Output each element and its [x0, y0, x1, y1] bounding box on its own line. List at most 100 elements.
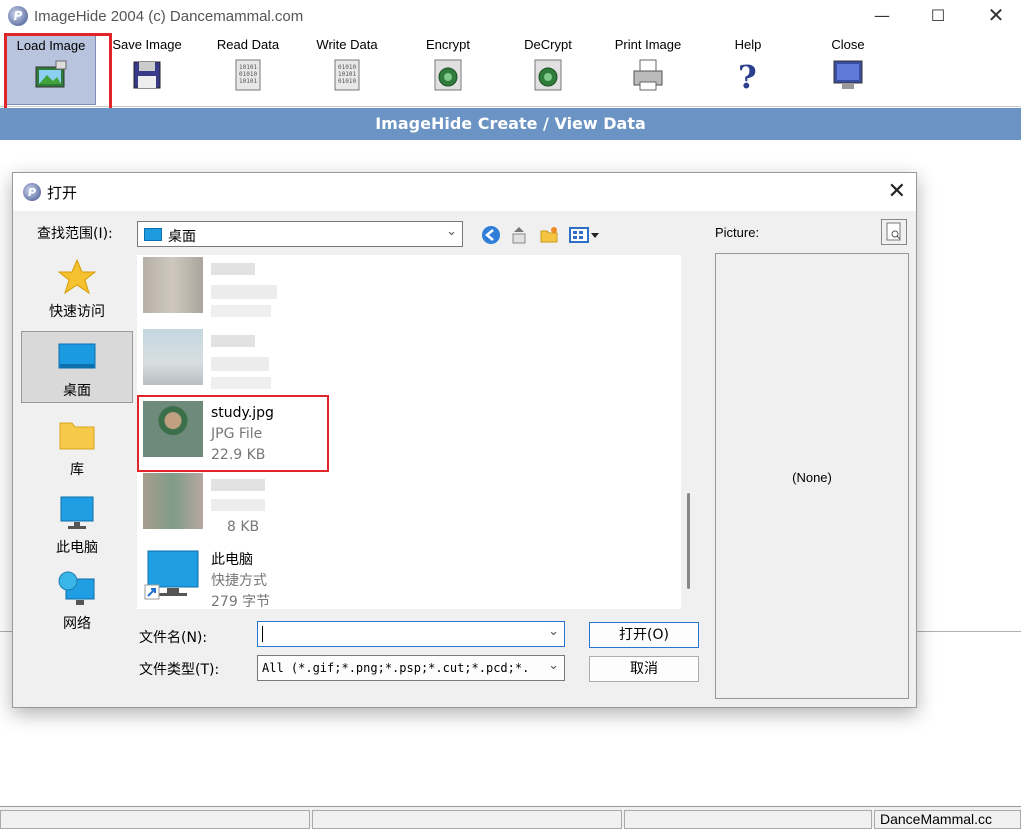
open-file-dialog: P 打开 ✕ 查找范围(I): 桌面 ⌄ 快速访问 桌面 库 此电脑 网络 st… — [12, 172, 917, 708]
banner-title: ImageHide Create / View Data — [0, 108, 1021, 140]
decrypt-button[interactable]: DeCrypt — [503, 35, 593, 105]
look-in-value: 桌面 — [168, 229, 196, 245]
svg-text:01010: 01010 — [338, 78, 356, 85]
file-size: 279 字节 — [211, 594, 271, 610]
help-icon: ? — [738, 58, 757, 96]
dialog-app-icon: P — [23, 183, 41, 201]
place-label: 网络 — [63, 616, 91, 632]
view-menu-icon[interactable] — [569, 225, 601, 245]
blurred-text — [211, 499, 265, 511]
help-button[interactable]: Help ? — [703, 35, 793, 105]
save-image-button[interactable]: Save Image — [102, 35, 192, 105]
computer-icon — [60, 496, 94, 529]
print-image-label: Print Image — [614, 37, 682, 52]
file-thumbnail — [143, 329, 203, 385]
blurred-text — [211, 479, 265, 491]
place-this-pc[interactable]: 此电脑 — [21, 489, 133, 561]
binary-document-icon: 01010 10101 01010 — [334, 59, 360, 91]
file-size: 8 KB — [227, 519, 260, 535]
place-label: 快速访问 — [49, 304, 105, 320]
look-in-label: 查找范围(I): — [37, 226, 113, 242]
close-window-button[interactable]: ✕ — [966, 0, 1021, 30]
place-label: 此电脑 — [56, 540, 98, 556]
floppy-disk-icon — [133, 61, 161, 89]
list-item[interactable] — [143, 257, 663, 327]
svg-text:?: ? — [738, 58, 757, 94]
preview-button[interactable] — [881, 219, 907, 245]
maximize-button[interactable]: ☐ — [908, 0, 968, 30]
filetype-value: All (*.gif;*.png;*.psp;*.cut;*.pcd;*. — [262, 661, 530, 675]
picture-preview: (None) — [715, 253, 909, 699]
encrypt-label: Encrypt — [425, 37, 471, 52]
cancel-button[interactable]: 取消 — [589, 656, 699, 682]
folder-icon — [59, 422, 95, 450]
file-type: 快捷方式 — [211, 573, 267, 589]
back-icon[interactable] — [481, 225, 501, 245]
look-in-combo[interactable]: 桌面 ⌄ — [137, 221, 463, 247]
decrypt-icon — [534, 59, 562, 91]
places-bar: 快速访问 桌面 库 此电脑 网络 — [21, 253, 133, 632]
blurred-text — [211, 377, 271, 389]
filetype-label: 文件类型(T): — [139, 662, 220, 678]
decrypt-label: DeCrypt — [524, 37, 572, 52]
save-image-label: Save Image — [112, 37, 182, 52]
title-bar: P ImageHide 2004 (c) Dancemammal.com — ☐… — [0, 0, 1021, 32]
filename-label: 文件名(N): — [139, 630, 208, 646]
encrypt-button[interactable]: Encrypt — [403, 35, 493, 105]
write-data-button[interactable]: Write Data 01010 10101 01010 — [302, 35, 392, 105]
highlight-load-image — [4, 33, 112, 112]
close-button[interactable]: Close — [803, 35, 893, 105]
window-title: ImageHide 2004 (c) Dancemammal.com — [34, 7, 304, 25]
picture-label: Picture: — [715, 225, 760, 240]
list-item-this-pc-shortcut[interactable]: 此电脑 快捷方式 279 字节 — [143, 545, 663, 615]
highlight-study-jpg — [137, 395, 329, 472]
close-label: Close — [831, 37, 865, 52]
desktop-icon — [144, 228, 162, 241]
chevron-down-icon: ⌄ — [548, 624, 559, 639]
list-item[interactable] — [143, 329, 663, 399]
toolbar: Load Image Save Image Read Data 10101 01… — [0, 33, 1021, 107]
text-cursor — [262, 626, 263, 642]
minimize-button[interactable]: — — [852, 0, 912, 30]
status-cell-2 — [312, 810, 622, 829]
file-name: 此电脑 — [211, 552, 253, 568]
up-folder-icon[interactable] — [509, 225, 529, 245]
place-label: 桌面 — [63, 383, 91, 399]
magnifier-page-icon — [886, 222, 901, 241]
blurred-text — [211, 263, 255, 275]
status-cell-1 — [0, 810, 310, 829]
encrypt-icon — [434, 59, 462, 91]
list-item[interactable]: 8 KB — [143, 473, 663, 543]
open-button[interactable]: 打开(O) — [589, 622, 699, 648]
place-library[interactable]: 库 — [21, 411, 133, 483]
write-data-label: Write Data — [316, 37, 378, 52]
desktop-icon — [58, 343, 96, 369]
read-data-button[interactable]: Read Data 10101 01010 10101 — [203, 35, 293, 105]
binary-document-icon: 10101 01010 10101 — [235, 59, 261, 91]
blurred-text — [211, 285, 277, 299]
place-desktop[interactable]: 桌面 — [21, 331, 133, 403]
app-logo-icon: P — [8, 6, 28, 26]
svg-text:10101: 10101 — [338, 71, 356, 78]
read-data-label: Read Data — [216, 37, 280, 52]
print-image-button[interactable]: Print Image — [603, 35, 693, 105]
dialog-title: 打开 — [47, 183, 78, 202]
printer-icon — [633, 59, 663, 91]
file-list-scrollbar[interactable] — [687, 493, 690, 589]
monitor-close-icon — [833, 60, 863, 89]
status-bar: DanceMammal.cc — [0, 806, 1021, 829]
dialog-close-button[interactable]: ✕ — [888, 179, 906, 204]
file-thumbnail — [143, 257, 203, 313]
place-label: 库 — [70, 462, 84, 478]
star-icon — [57, 258, 97, 295]
place-network[interactable]: 网络 — [21, 565, 133, 637]
dialog-title-bar: P 打开 ✕ — [13, 173, 916, 211]
filetype-select[interactable]: All (*.gif;*.png;*.psp;*.cut;*.pcd;*. ⌄ — [257, 655, 565, 681]
file-thumbnail — [143, 473, 203, 529]
status-company: DanceMammal.cc — [874, 810, 1021, 829]
filename-input[interactable]: ⌄ — [257, 621, 565, 647]
place-quick-access[interactable]: 快速访问 — [21, 253, 133, 325]
chevron-down-icon: ⌄ — [545, 658, 559, 673]
svg-text:01010: 01010 — [239, 71, 257, 78]
new-folder-icon[interactable] — [539, 225, 559, 245]
